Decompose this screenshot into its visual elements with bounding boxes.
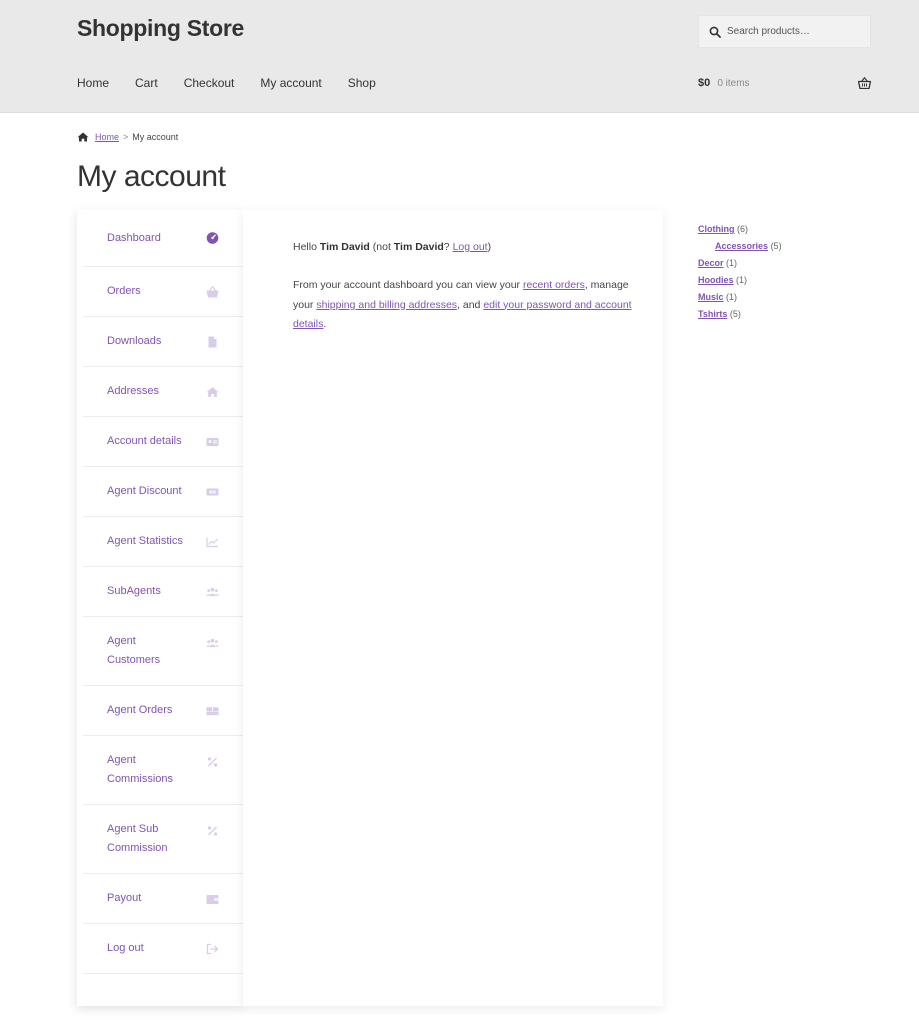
category-item: Decor (1) xyxy=(698,255,782,272)
nav-cart[interactable]: Cart xyxy=(135,76,158,90)
search-icon xyxy=(709,26,721,38)
nav-home[interactable]: Home xyxy=(77,76,109,90)
nav-label: Account details xyxy=(107,435,182,447)
account-nav-log-out[interactable]: Log out xyxy=(83,924,243,974)
user-name-repeat: Tim David xyxy=(393,241,444,253)
nav-label: Orders xyxy=(107,285,141,297)
nav-label: Dashboard xyxy=(107,231,161,244)
percent-icon xyxy=(205,825,219,837)
cart-amount: $0 xyxy=(698,77,711,89)
account-nav-orders[interactable]: Orders xyxy=(83,267,243,317)
user-name: Tim David xyxy=(319,241,370,253)
desc-text-1: From your account dashboard you can view… xyxy=(293,279,521,291)
account-nav-account-details[interactable]: Account details xyxy=(83,417,243,467)
greeting-text: Hello xyxy=(293,241,317,253)
file-icon xyxy=(205,336,219,348)
page-title: My account xyxy=(77,160,226,193)
dashboard-description: From your account dashboard you can view… xyxy=(293,276,643,335)
breadcrumb: Home > My account xyxy=(77,132,178,142)
cart-count: 0 items xyxy=(717,78,750,89)
greeting-question: ? xyxy=(443,241,450,253)
home-icon xyxy=(205,386,219,398)
category-item: Tshirts (5) xyxy=(698,306,782,323)
cart-summary[interactable]: $0 0 items xyxy=(698,77,750,89)
sign-out-icon xyxy=(205,943,219,955)
category-count: (1) xyxy=(726,258,738,268)
greeting-close: ) xyxy=(487,241,492,253)
category-count: (6) xyxy=(737,224,749,234)
nav-label: Addresses xyxy=(107,385,159,397)
addresses-link[interactable]: shipping and billing addresses xyxy=(316,299,457,311)
nav-label: Log out xyxy=(107,942,144,954)
category-link[interactable]: Tshirts xyxy=(698,309,727,319)
line-chart-icon xyxy=(205,536,219,548)
nav-label: Agent Statistics xyxy=(107,535,183,547)
log-out-link[interactable]: Log out xyxy=(453,241,488,253)
breadcrumb-current: My account xyxy=(132,132,179,142)
nav-label: Agent Commissions xyxy=(107,754,174,785)
users-icon xyxy=(205,586,219,598)
breadcrumb-separator: > xyxy=(123,132,129,142)
breadcrumb-home[interactable]: Home xyxy=(95,132,119,142)
ticket-icon xyxy=(205,486,219,498)
category-item: Music (1) xyxy=(698,289,782,306)
account-navigation: Dashboard Orders Downloads Addresses Acc… xyxy=(77,210,243,1006)
category-count: (5) xyxy=(729,309,741,319)
category-count: (5) xyxy=(770,241,782,251)
account-nav-downloads[interactable]: Downloads xyxy=(83,317,243,367)
account-nav-agent-orders[interactable]: Agent Orders xyxy=(83,686,243,736)
search-box[interactable] xyxy=(698,15,871,48)
desc-text-4: . xyxy=(323,318,327,330)
category-link[interactable]: Music xyxy=(698,292,724,302)
category-item: Clothing (6) xyxy=(698,221,782,238)
nav-label: Payout xyxy=(107,892,142,904)
account-nav-agent-statistics[interactable]: Agent Statistics xyxy=(83,517,243,567)
account-nav-dashboard[interactable]: Dashboard xyxy=(83,210,243,267)
category-count: (1) xyxy=(726,292,738,302)
desc-text-3: , and xyxy=(457,298,481,311)
nav-label: Agent Customers xyxy=(107,635,161,666)
account-nav-subagents[interactable]: SubAgents xyxy=(83,567,243,617)
dashboard-icon xyxy=(205,232,219,244)
greeting-not: (not xyxy=(372,241,391,253)
account-content: Hello Tim David (not Tim David? Log out)… xyxy=(243,210,663,1006)
nav-label: Agent Orders xyxy=(107,704,173,716)
percent-icon xyxy=(205,756,219,768)
site-header: Shopping Store Home Cart Checkout My acc… xyxy=(0,0,919,113)
basket-icon xyxy=(205,285,219,298)
nav-my-account[interactable]: My account xyxy=(260,76,321,90)
category-link[interactable]: Hoodies xyxy=(698,275,734,285)
basket-icon[interactable] xyxy=(858,77,871,89)
id-card-icon xyxy=(205,436,219,448)
product-categories: Clothing (6) Accessories (5) Decor (1) H… xyxy=(698,221,782,323)
nav-label: SubAgents xyxy=(107,585,161,597)
home-icon xyxy=(77,132,89,142)
category-count: (1) xyxy=(736,275,748,285)
account-nav-addresses[interactable]: Addresses xyxy=(83,367,243,417)
site-title[interactable]: Shopping Store xyxy=(77,15,244,42)
nav-label: Agent Discount xyxy=(107,485,182,497)
nav-label: Downloads xyxy=(107,335,162,347)
category-item: Hoodies (1) xyxy=(698,272,782,289)
account-nav-agent-commissions[interactable]: Agent Commissions xyxy=(83,736,243,805)
search-input[interactable] xyxy=(727,26,867,37)
account-nav-agent-customers[interactable]: Agent Customers xyxy=(83,617,243,686)
category-link[interactable]: Decor xyxy=(698,258,724,268)
category-link[interactable]: Accessories xyxy=(715,241,768,251)
nav-label: Agent Sub Commission xyxy=(107,823,168,854)
category-item: Accessories (5) xyxy=(698,238,782,255)
boxes-icon xyxy=(205,705,219,717)
account-nav-agent-discount[interactable]: Agent Discount xyxy=(83,467,243,517)
account-nav-payout[interactable]: Payout xyxy=(83,874,243,924)
primary-nav: Home Cart Checkout My account Shop xyxy=(77,76,402,90)
nav-checkout[interactable]: Checkout xyxy=(184,76,235,90)
nav-shop[interactable]: Shop xyxy=(348,76,376,90)
recent-orders-link[interactable]: recent orders xyxy=(523,279,585,291)
users-icon xyxy=(205,637,219,649)
category-link[interactable]: Clothing xyxy=(698,224,735,234)
account-nav-agent-sub-commission[interactable]: Agent Sub Commission xyxy=(83,805,243,874)
greeting: Hello Tim David (not Tim David? Log out) xyxy=(293,241,491,253)
wallet-icon xyxy=(205,893,219,905)
